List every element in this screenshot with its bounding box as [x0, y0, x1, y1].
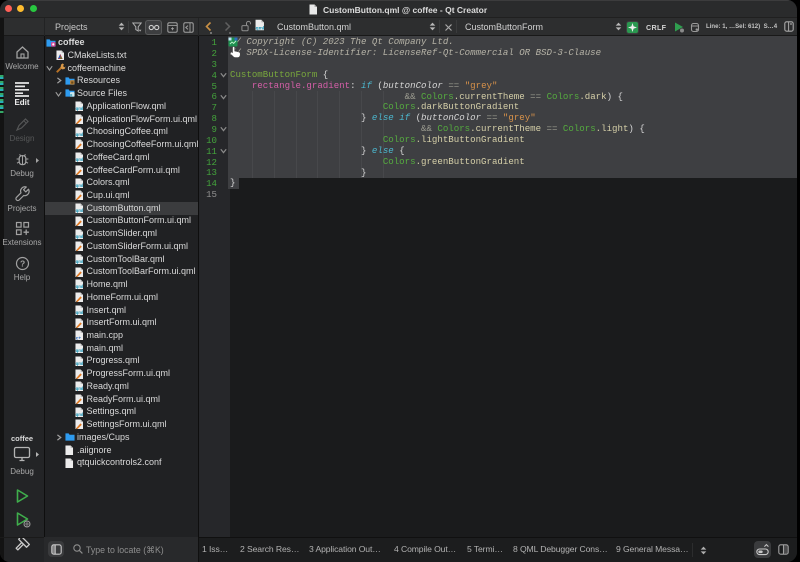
svg-text:qml: qml: [75, 132, 83, 137]
svg-text:qml: qml: [75, 386, 83, 391]
svg-text:qml: qml: [256, 25, 265, 31]
svg-text:qml: qml: [75, 208, 83, 213]
svg-text:qml: qml: [75, 285, 83, 290]
svg-text:qml: qml: [75, 348, 83, 353]
svg-text:qml: qml: [75, 361, 83, 366]
svg-text:c+: c+: [75, 337, 81, 341]
svg-text:qml: qml: [75, 234, 83, 239]
svg-text:qml: qml: [75, 310, 83, 315]
svg-text:qml: qml: [75, 106, 83, 111]
svg-text:qml: qml: [75, 259, 83, 264]
svg-text:q: q: [70, 94, 72, 98]
svg-text:qml: qml: [75, 157, 83, 162]
svg-text:qml: qml: [75, 412, 83, 417]
svg-text:?: ?: [20, 258, 25, 268]
svg-text:qml: qml: [75, 183, 83, 188]
